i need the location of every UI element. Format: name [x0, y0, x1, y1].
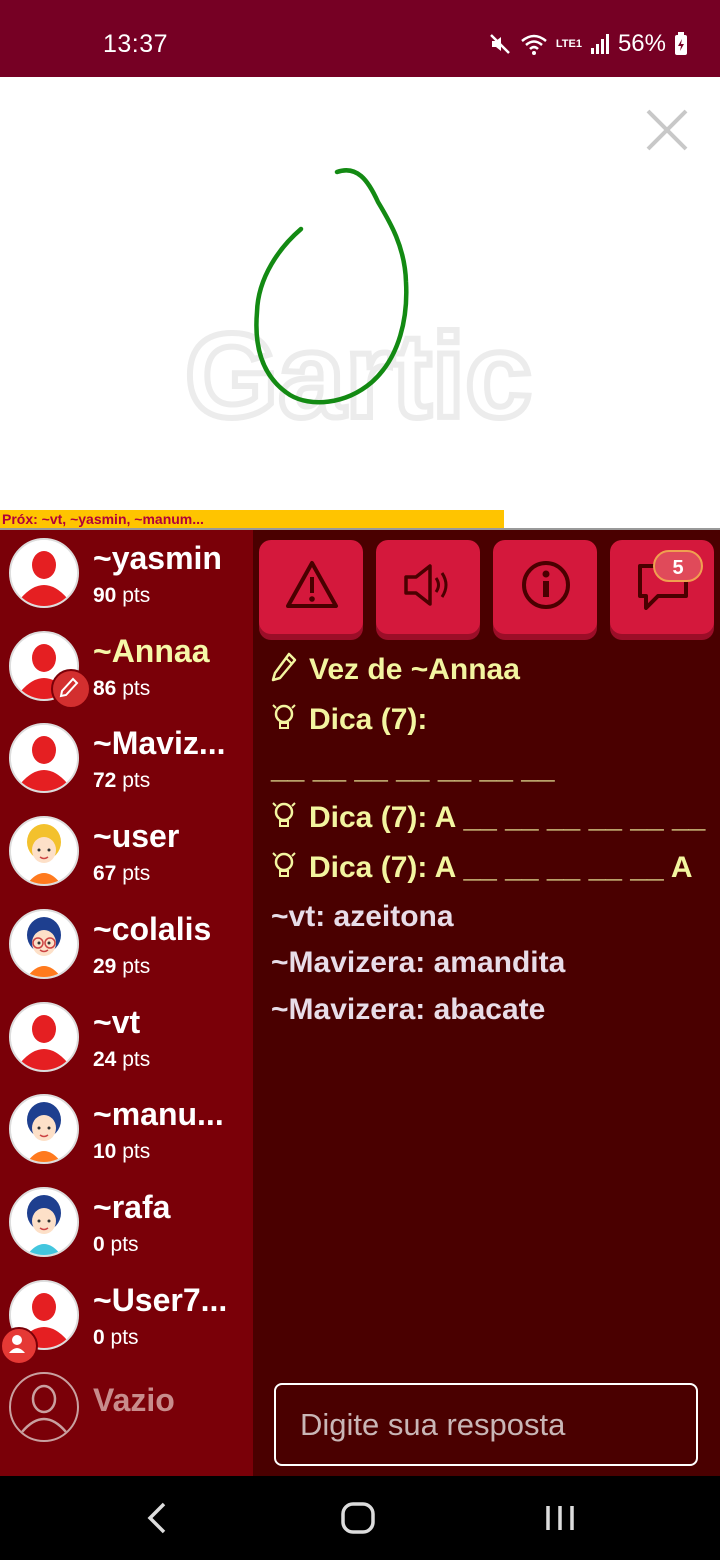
player-points: 90 pts	[93, 584, 151, 607]
system-nav-bar	[0, 1476, 720, 1560]
player-name: ~user	[93, 818, 180, 855]
player-name: ~Annaa	[93, 632, 210, 669]
answer-input[interactable]	[274, 1383, 698, 1466]
player-name: ~yasmin	[93, 540, 222, 576]
empty-avatar-icon	[9, 1372, 79, 1443]
hint-message-3: Dica (7): A __ __ __ __ __ A	[271, 850, 693, 888]
hint-message-2: Dica (7): A __ __ __ __ __ __	[271, 800, 705, 838]
avatar	[9, 1001, 79, 1072]
player-points: 10 pts	[93, 1140, 151, 1164]
chat-message: ~Mavizera: abacate	[271, 993, 546, 1026]
network-label: LTE1	[555, 37, 582, 50]
player-name: ~User7...	[93, 1281, 228, 1318]
player-points: 0 pts	[93, 1325, 139, 1349]
close-icon[interactable]	[644, 107, 690, 153]
player-points: 86 pts	[93, 676, 151, 700]
info-button[interactable]	[493, 540, 597, 634]
lightbulb-icon	[271, 702, 301, 740]
player-name: ~Maviz...	[93, 725, 226, 762]
status-bar: 13:37 LTE1 56%	[0, 0, 720, 77]
speaker-icon	[404, 564, 448, 606]
player-row[interactable]: ~Annaa 86 pts	[0, 623, 253, 715]
players-list: ~yasmin 90 pts ~Annaa 86 pts ~Maviz... 72 pts…	[0, 530, 253, 1476]
pencil-icon	[271, 652, 301, 690]
player-row[interactable]: ~vt 24 pts	[0, 994, 253, 1086]
warning-icon	[286, 561, 338, 608]
player-row[interactable]: ~colalis 29 pts	[0, 901, 253, 993]
player-points: 29 pts	[93, 954, 151, 978]
turn-text: Vez de ~Annaa	[309, 652, 520, 686]
avatar	[9, 908, 79, 979]
player-points: 24 pts	[93, 1047, 151, 1071]
info-icon	[522, 561, 570, 609]
report-button[interactable]	[259, 540, 363, 634]
hint2-text: Dica (7): A __ __ __ __ __ __	[309, 800, 706, 834]
player-name: ~vt	[93, 1003, 141, 1040]
drawing-canvas[interactable]: Gartic	[0, 77, 720, 510]
player-name: ~manu...	[93, 1096, 224, 1133]
hint3-text: Dica (7): A __ __ __ __ __ A	[309, 850, 693, 884]
player-drawing	[254, 168, 409, 405]
battery-level: 56%	[617, 30, 666, 57]
player-points: 72 pts	[93, 769, 151, 793]
avatar	[9, 538, 79, 608]
player-row[interactable]: ~manu... 10 pts	[0, 1086, 253, 1178]
next-turn-bar: Próx: ~vt, ~yasmin, ~manum...	[0, 510, 720, 530]
avatar	[9, 723, 79, 794]
chat-message: ~Mavizera: amandita	[271, 946, 566, 979]
player-row[interactable]: ~rafa 0 pts	[0, 1179, 253, 1271]
chat-pane: 5 Vez de ~Annaa Dica (7): __ __ __ __ __…	[253, 530, 720, 1476]
next-players-text: Próx: ~vt, ~yasmin, ~manum...	[2, 511, 204, 527]
signal-icon	[590, 34, 609, 54]
hint1-pattern: __ __ __ __ __ __ __	[271, 752, 555, 785]
lightbulb-icon	[271, 850, 301, 888]
recents-icon[interactable]	[543, 1498, 577, 1538]
avatar	[9, 816, 79, 887]
drawing-pencil-icon	[51, 668, 91, 709]
avatar	[9, 1186, 79, 1257]
user-icon	[0, 1326, 38, 1365]
player-name: ~colalis	[93, 910, 212, 947]
back-icon[interactable]	[144, 1498, 168, 1538]
lightbulb-icon	[271, 800, 301, 838]
chat-count-badge: 5	[653, 550, 703, 582]
empty-slot-label: Vazio	[93, 1382, 175, 1419]
status-icons: LTE1 56%	[488, 30, 688, 58]
player-name: ~rafa	[93, 1188, 171, 1225]
sound-button[interactable]	[376, 540, 480, 634]
player-row[interactable]: ~user 67 pts	[0, 808, 253, 900]
wifi-icon	[521, 34, 547, 55]
home-icon[interactable]	[340, 1498, 376, 1538]
hint-message-1: Dica (7):	[271, 702, 427, 740]
chat-message: ~vt: azeitona	[271, 900, 454, 933]
empty-player-slot[interactable]: Vazio	[0, 1364, 253, 1456]
player-points: 0 pts	[93, 1232, 139, 1256]
status-time: 13:37	[103, 30, 169, 58]
player-points: 67 pts	[93, 862, 151, 886]
player-row[interactable]: ~User7... 0 pts	[0, 1272, 253, 1365]
player-row[interactable]: ~yasmin 90 pts	[0, 530, 253, 622]
avatar	[9, 1094, 79, 1165]
turn-message: Vez de ~Annaa	[271, 652, 520, 690]
battery-charging-icon	[675, 32, 687, 55]
mute-icon	[489, 34, 510, 54]
hint1-label: Dica (7):	[309, 702, 428, 736]
player-row[interactable]: ~Maviz... 72 pts	[0, 715, 253, 807]
